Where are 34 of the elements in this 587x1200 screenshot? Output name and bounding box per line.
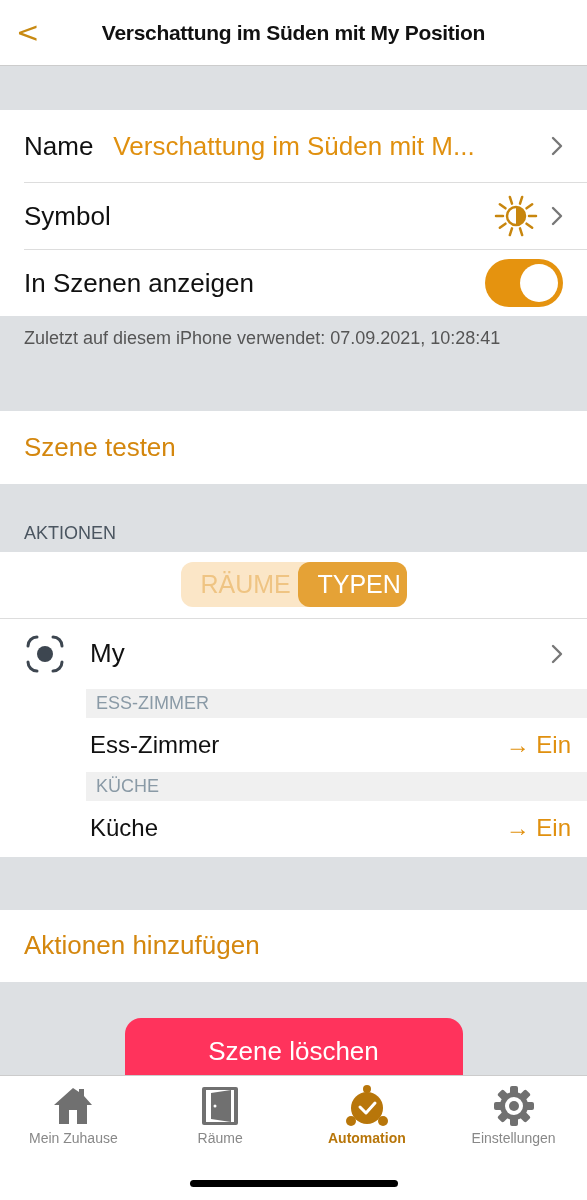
section-header: AKTIONEN (23, 521, 117, 545)
room-header: KÜCHE (86, 771, 587, 801)
screen-title: Verschattung im Süden mit My Position (101, 20, 486, 45)
row-label: Name (24, 130, 94, 162)
settings-row[interactable]: In Szenen anzeigen (24, 250, 587, 316)
segment-tab[interactable]: TYPEN (297, 562, 407, 608)
chevron-icon (551, 643, 563, 664)
row-label: Symbol (24, 200, 111, 232)
room-header: ESS-ZIMMER (86, 688, 587, 718)
alarm-clock-icon (344, 1084, 389, 1128)
tab-bar-item[interactable]: Räume (146, 1084, 294, 1146)
row-value: Verschattung im Süden mit M... (113, 130, 476, 162)
tab-bar-item[interactable]: Einstellungen (440, 1084, 587, 1146)
tab-bar-item[interactable]: Mein Zuhause (0, 1084, 147, 1146)
info-text: Zuletzt auf diesem iPhone verwendet: 07.09.2021, 10:28:41 (23, 327, 502, 350)
device-name: Ess-Zimmer (90, 730, 221, 759)
test-scene-button[interactable]: Szene testen (24, 431, 176, 463)
device-name: Küche (90, 813, 160, 842)
toggle-switch[interactable] (485, 259, 563, 307)
settings-row[interactable]: Symbol (24, 183, 587, 250)
action-value: → Ein (505, 730, 571, 759)
sun-icon (493, 193, 539, 239)
back-button[interactable]: < (12, 16, 44, 49)
action-value: → Ein (505, 813, 571, 842)
add-actions-button[interactable]: Aktionen hinzufügen (24, 930, 260, 962)
tab-bar-item[interactable]: Automation (293, 1084, 441, 1146)
chevron-icon (551, 136, 563, 156)
action-group-row[interactable]: My (0, 618, 587, 689)
row-label: In Szenen anzeigen (24, 267, 254, 299)
settings-row[interactable]: Name Verschattung im Süden mit M... (24, 110, 587, 183)
settings-icon (491, 1084, 536, 1128)
chevron-icon (551, 206, 563, 226)
delete-scene-button[interactable]: Szene löschen (124, 1018, 463, 1075)
group-title: My (90, 638, 126, 670)
